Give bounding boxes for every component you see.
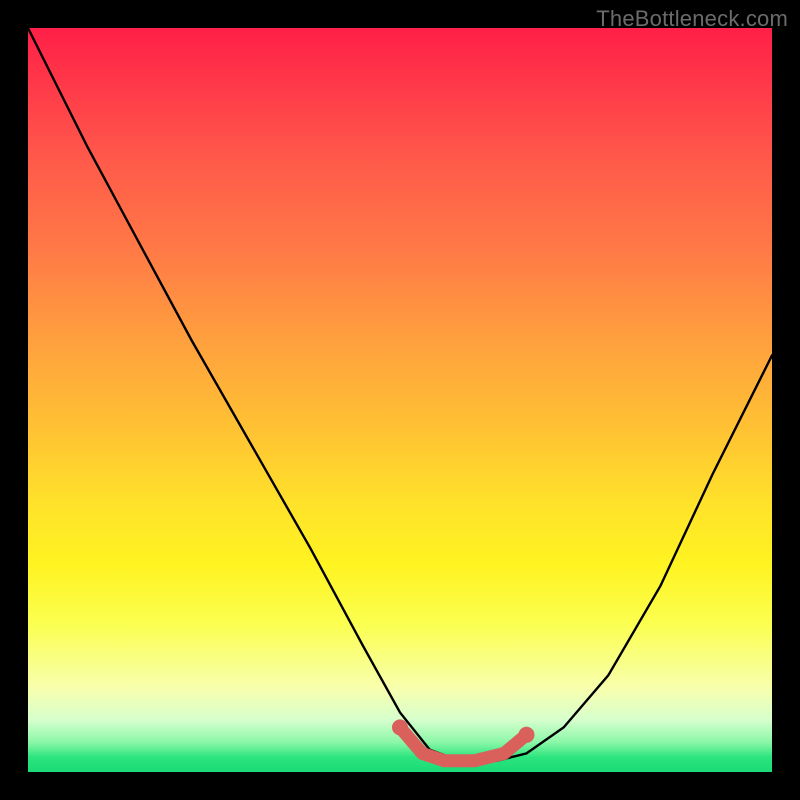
chart-frame: TheBottleneck.com — [0, 0, 800, 800]
trough-marker — [400, 727, 527, 760]
trough-dot-left — [392, 719, 408, 735]
plot-area — [28, 28, 772, 772]
bottleneck-curve — [28, 28, 772, 761]
trough-dot-right — [519, 727, 535, 743]
curve-layer — [28, 28, 772, 772]
